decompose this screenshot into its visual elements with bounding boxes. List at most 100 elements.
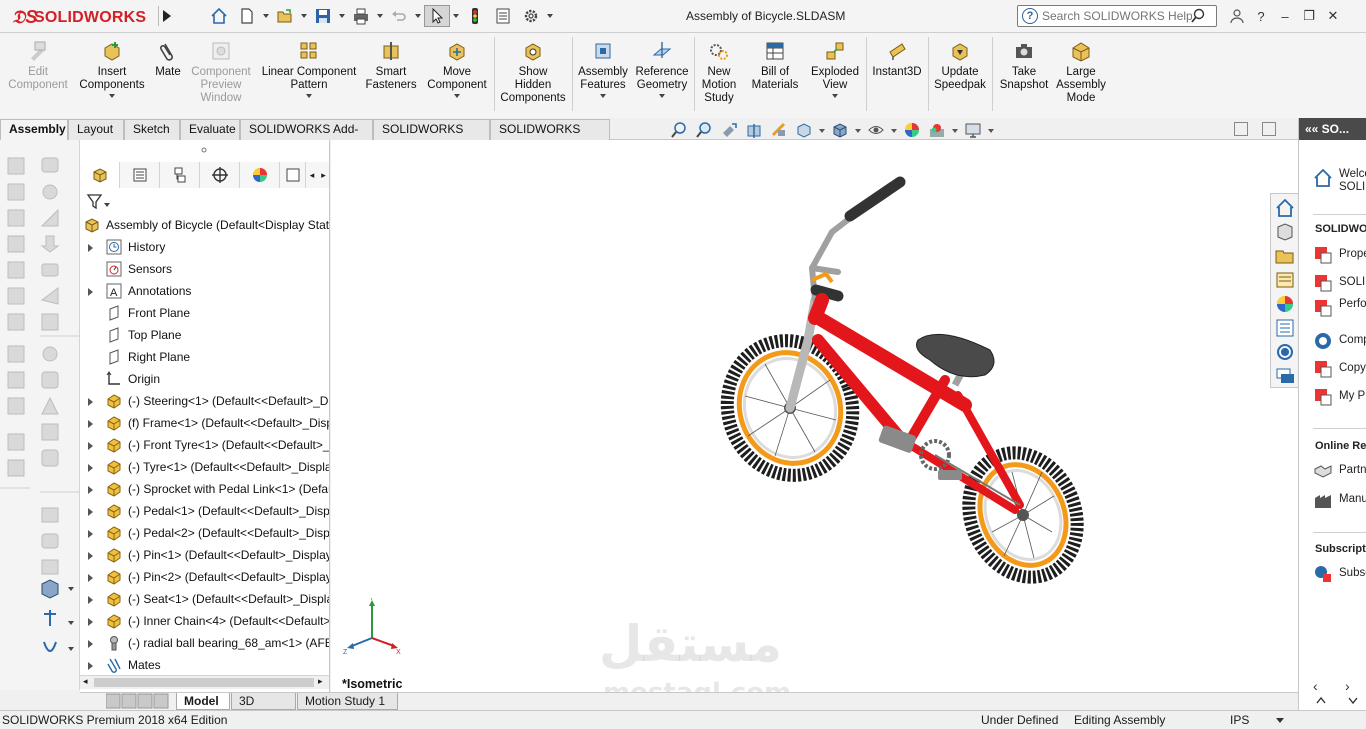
expand-arrow-icon[interactable] (88, 596, 93, 604)
component-preview-window-button[interactable]: Component Preview Window (188, 39, 254, 105)
expand-arrow-icon[interactable] (88, 530, 93, 538)
expand-arrow-icon[interactable] (88, 398, 93, 406)
file-explorer-icon[interactable] (1274, 245, 1296, 267)
zoom-to-fit-button[interactable] (668, 120, 690, 140)
edit-appearance-button[interactable] (901, 120, 923, 140)
move-component-dropdown[interactable] (454, 94, 460, 98)
expand-arrow-icon[interactable] (88, 288, 93, 296)
linear-pattern-dropdown[interactable] (306, 94, 312, 98)
view-settings-button[interactable] (962, 120, 984, 140)
menu-flyout-arrow[interactable] (158, 6, 174, 26)
task-pane-header[interactable]: «« SO... (1299, 118, 1366, 140)
graphics-area[interactable]: Y X Z *Isometric مستقل mostaql.com (331, 140, 1298, 708)
scrollbar-thumb[interactable] (94, 678, 314, 687)
tab-sketch[interactable]: Sketch (124, 119, 180, 140)
tree-item[interactable]: (-) Sprocket with Pedal Link<1> (Default… (80, 478, 329, 500)
move-component-button[interactable]: Move Component (422, 39, 492, 98)
design-library-icon[interactable] (1274, 221, 1296, 243)
hide-show-items-button[interactable] (865, 120, 887, 140)
apply-scene-dropdown[interactable] (951, 120, 959, 140)
previous-view-button[interactable] (718, 120, 740, 140)
insert-components-button[interactable]: Insert Components (78, 39, 146, 98)
expand-arrow-icon[interactable] (88, 442, 93, 450)
assembly-features-dropdown[interactable] (600, 94, 606, 98)
tab-more[interactable] (280, 162, 306, 188)
new-dropdown[interactable] (262, 5, 270, 27)
undo-dropdown[interactable] (414, 5, 422, 27)
bill-of-materials-button[interactable]: Bill of Materials (744, 39, 806, 92)
minimize-button[interactable]: – (1274, 5, 1296, 27)
help-button[interactable]: ? (1250, 5, 1272, 27)
user-account-button[interactable] (1226, 5, 1248, 27)
solidworks-logo[interactable]: 𝔇S SOLIDWORKS (8, 5, 153, 29)
tree-item[interactable]: Top Plane (80, 324, 329, 346)
save-dropdown[interactable] (338, 5, 346, 27)
new-document-button[interactable] (234, 5, 260, 27)
view-orientation-dropdown[interactable] (818, 120, 826, 140)
view-orientation-button[interactable] (793, 120, 815, 140)
custom-properties-icon[interactable] (1274, 317, 1296, 339)
scroll-right-icon[interactable]: ▸ (318, 676, 323, 687)
insert-components-dropdown[interactable] (109, 94, 115, 98)
mate-button[interactable]: Mate (150, 39, 186, 79)
view-palette-icon[interactable] (1274, 269, 1296, 291)
viewport-maximize-button[interactable] (1262, 122, 1276, 136)
unit-system[interactable]: IPS (1230, 711, 1249, 729)
section-view-button[interactable] (743, 120, 765, 140)
edit-component-button[interactable]: Edit Component (6, 39, 70, 92)
forum-icon[interactable] (1274, 365, 1296, 387)
tree-item[interactable]: (-) Pin<2> (Default<<Default>_Display St… (80, 566, 329, 588)
tree-item[interactable]: (-) Pedal<2> (Default<<Default>_Display … (80, 522, 329, 544)
smart-fasteners-button[interactable]: Smart Fasteners (365, 39, 417, 92)
display-style-dropdown[interactable] (854, 120, 862, 140)
reference-geometry-dropdown[interactable] (659, 94, 665, 98)
select-dropdown[interactable] (452, 5, 460, 27)
open-dropdown[interactable] (300, 5, 308, 27)
tree-item[interactable]: (-) Tyre<1> (Default<<Default>_Display S… (80, 456, 329, 478)
undo-button[interactable] (386, 5, 412, 27)
expand-arrow-icon[interactable] (88, 508, 93, 516)
zoom-to-area-button[interactable] (693, 120, 715, 140)
tree-item[interactable]: Mates (80, 654, 329, 676)
tree-item[interactable]: (-) Pedal<1> (Default<<Default>_Display … (80, 500, 329, 522)
tree-item[interactable]: (-) Front Tyre<1> (Default<<Default>_Dis… (80, 434, 329, 456)
tab-solidworks-mbd[interactable]: SOLIDWORKS MBD (373, 119, 490, 155)
tree-item[interactable]: Front Plane (80, 302, 329, 324)
task-pane-forward-button[interactable]: › (1345, 678, 1350, 694)
tab-feature-manager[interactable] (80, 162, 120, 188)
tree-item[interactable]: (-) Pin<1> (Default<<Default>_Display St… (80, 544, 329, 566)
display-style-button[interactable] (829, 120, 851, 140)
tab-configuration-manager[interactable] (160, 162, 200, 188)
hide-show-dropdown[interactable] (890, 120, 898, 140)
expand-arrow-icon[interactable] (88, 552, 93, 560)
tree-item[interactable]: (-) Steering<1> (Default<<Default>_Displ… (80, 390, 329, 412)
open-button[interactable] (272, 5, 298, 27)
tree-item[interactable]: A Annotations (80, 280, 329, 302)
expand-arrow-icon[interactable] (88, 420, 93, 428)
tab-evaluate[interactable]: Evaluate (180, 119, 240, 140)
panel-splitter-handle[interactable] (80, 142, 330, 160)
tree-item[interactable]: (-) Seat<1> (Default<<Default>_Display S… (80, 588, 329, 610)
tree-horizontal-scrollbar[interactable]: ◂ ▸ (80, 675, 329, 689)
solidworks-resources-icon[interactable] (1274, 341, 1296, 363)
tree-item[interactable]: History (80, 236, 329, 258)
tab-solidworks-cam[interactable]: SOLIDWORKS CAM (490, 119, 610, 155)
select-button[interactable] (424, 5, 450, 27)
tree-root-assembly[interactable]: Assembly of Bicycle (Default<Display Sta… (80, 214, 329, 236)
tree-item[interactable]: Right Plane (80, 346, 329, 368)
dynamic-annotation-views-button[interactable] (768, 120, 790, 140)
expand-arrow-icon[interactable] (88, 574, 93, 582)
options-dropdown[interactable] (546, 5, 554, 27)
tree-item[interactable]: (-) Inner Chain<4> (Default<<Default>_Di… (80, 610, 329, 632)
update-speedpak-button[interactable]: Update Speedpak (932, 39, 988, 92)
viewport-tile-button[interactable] (1234, 122, 1248, 136)
tab-solidworks-add-ins[interactable]: SOLIDWORKS Add-Ins (240, 119, 373, 155)
scroll-left-icon[interactable]: ◂ (83, 676, 88, 687)
file-properties-button[interactable] (490, 5, 516, 27)
expand-arrow-icon[interactable] (88, 640, 93, 648)
tabs-scroll-right[interactable]: ▸ (318, 162, 329, 188)
tab-model[interactable]: Model (176, 693, 230, 710)
home-icon[interactable] (1274, 197, 1296, 219)
options-button[interactable] (518, 5, 544, 27)
tab-property-manager[interactable] (120, 162, 160, 188)
